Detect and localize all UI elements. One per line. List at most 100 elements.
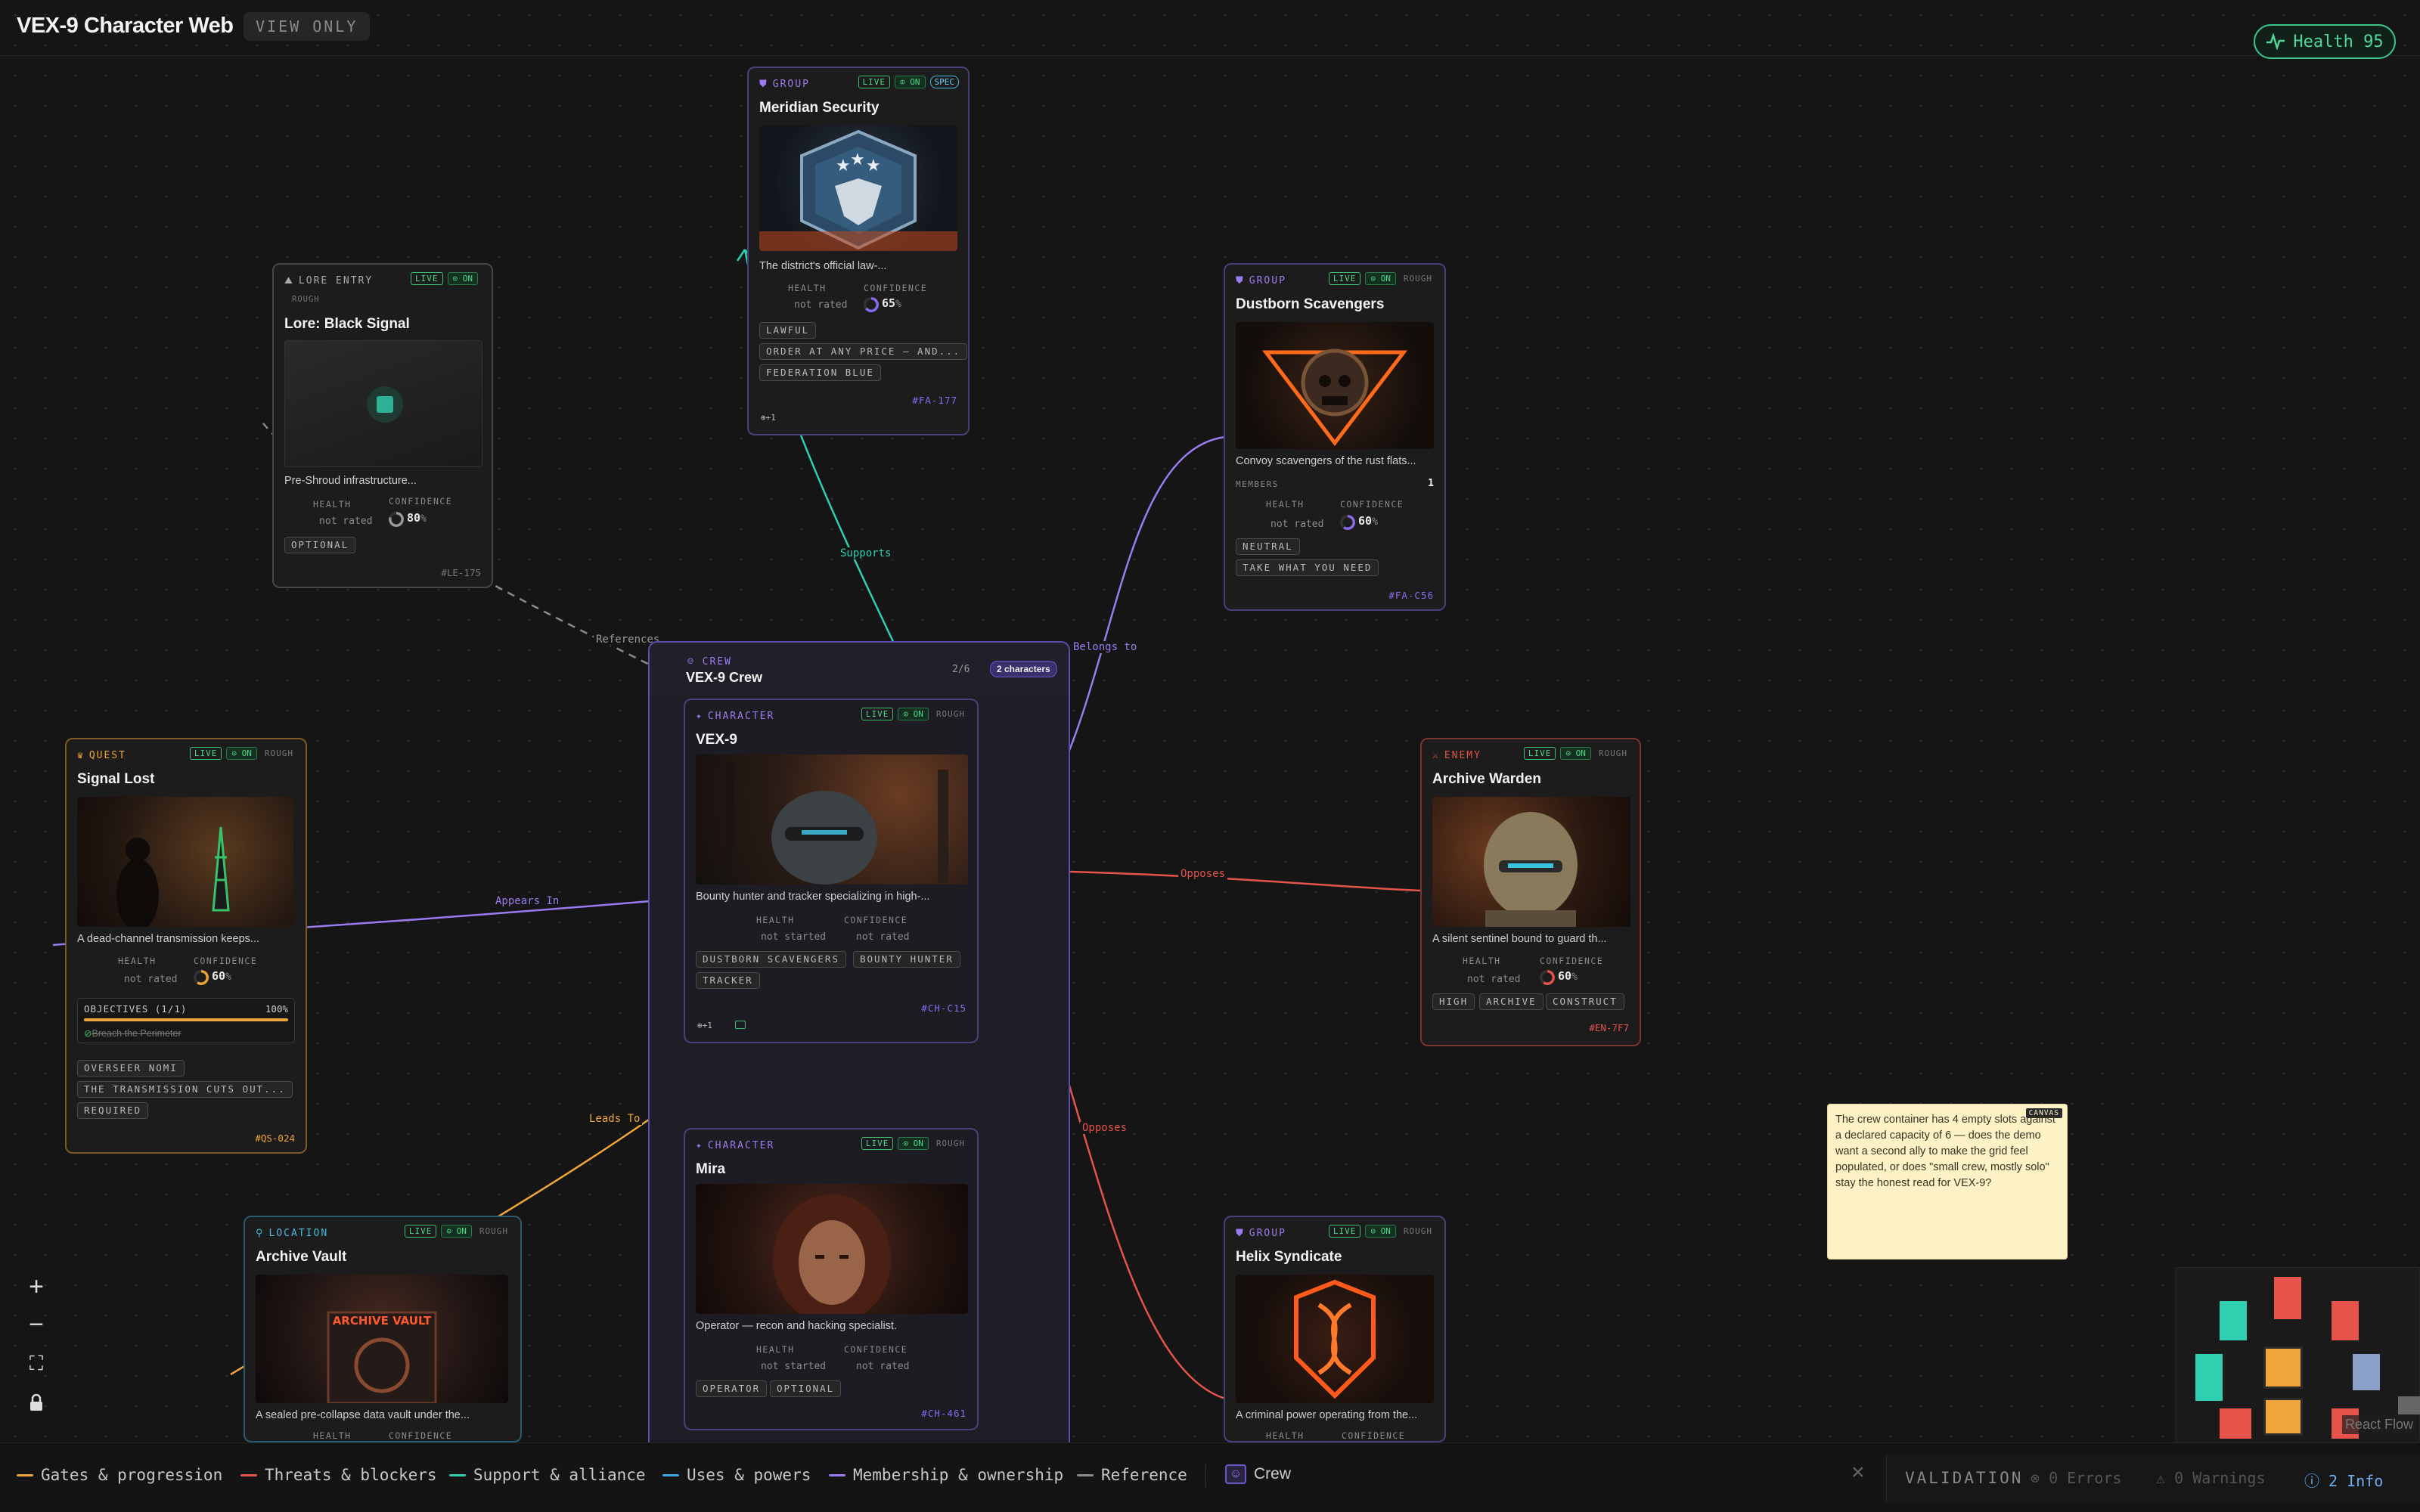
- on-toggle[interactable]: ⊙ ON: [447, 272, 478, 285]
- on-toggle[interactable]: ⊙ ON: [441, 1225, 472, 1238]
- crew-kind: ☺ CREW: [687, 656, 732, 668]
- validation-errors[interactable]: ⊗ 0 Errors: [2031, 1469, 2121, 1487]
- node-kind: ✦ CHARACTER: [696, 711, 775, 722]
- node-title: Signal Lost: [77, 771, 155, 787]
- on-toggle[interactable]: ⊙ ON: [898, 1137, 929, 1150]
- lore-placeholder-image: [284, 340, 482, 467]
- health-label: HEALTH: [313, 499, 352, 510]
- node-title: Lore: Black Signal: [284, 316, 410, 332]
- node-meridian-security[interactable]: ⛊ GROUP LIVE ⊙ ON SPEC Meridian Security ★ ★…: [747, 67, 970, 435]
- confidence-value: 65%: [864, 296, 901, 312]
- rough-badge: ROUGH: [1598, 748, 1627, 758]
- trophy-icon: ♛: [77, 750, 85, 761]
- rough-badge: ROUGH: [1403, 1226, 1432, 1236]
- tag: OVERSEER NOMI: [77, 1060, 185, 1077]
- live-badge: LIVE: [411, 272, 443, 285]
- lock-button[interactable]: [17, 1383, 56, 1423]
- node-kind: ⛊ GROUP: [759, 79, 810, 90]
- confidence-label: CONFIDENCE: [844, 1344, 908, 1355]
- node-lore-black-signal[interactable]: ⛰ LORE ENTRY LIVE ⊙ ON ROUGH Lore: Black S…: [272, 263, 493, 588]
- confidence-label: CONFIDENCE: [1540, 956, 1604, 966]
- confidence-label: CONFIDENCE: [194, 956, 258, 966]
- health-label: HEALTH: [756, 1344, 795, 1355]
- on-toggle[interactable]: ⊙ ON: [226, 747, 257, 760]
- warning-icon: ⚠: [2156, 1469, 2175, 1487]
- health-pill[interactable]: Health 95: [2254, 24, 2396, 59]
- crew-count: 2/6: [952, 664, 970, 675]
- node-description: Operator — recon and hacking specialist.: [696, 1320, 897, 1332]
- sword-icon: ⚔: [1432, 750, 1440, 761]
- react-flow-attribution[interactable]: React Flow: [2341, 1415, 2416, 1434]
- rough-badge: ROUGH: [479, 1226, 508, 1236]
- legend-gates: Gates & progression: [17, 1466, 222, 1484]
- node-id: #EN-7F7: [1589, 1022, 1629, 1033]
- status-badges: LIVE ⊙ ON: [411, 272, 478, 285]
- health-label: HEALTH: [756, 915, 795, 925]
- legend-swatch: [449, 1473, 466, 1476]
- node-id: #FA-177: [912, 395, 957, 406]
- tag: OPTIONAL: [770, 1380, 842, 1397]
- fit-view-button[interactable]: ⛶: [17, 1344, 56, 1383]
- health-value: not rated: [124, 974, 178, 985]
- on-toggle[interactable]: ⊙ ON: [1365, 1225, 1396, 1238]
- health-value: not started: [761, 1361, 827, 1372]
- objectives-label: OBJECTIVES (1/1): [84, 1003, 188, 1015]
- health-value: not rated: [319, 516, 373, 527]
- validation-warnings[interactable]: ⚠ 0 Warnings: [2156, 1469, 2266, 1487]
- on-toggle[interactable]: ⊙ ON: [898, 708, 929, 720]
- validation-info[interactable]: ⓘ 2 Info: [2304, 1469, 2383, 1491]
- node-mira[interactable]: ✦ CHARACTER LIVE ⊙ ON ROUGH Mira Operator —…: [684, 1128, 979, 1430]
- health-value: not rated: [1467, 974, 1521, 985]
- confidence-value: 80%: [389, 511, 427, 527]
- confidence-ring: [194, 969, 209, 985]
- shield-icon: ⛊: [1236, 1228, 1245, 1239]
- tag: NEUTRAL: [1236, 538, 1300, 555]
- node-archive-vault[interactable]: ⚲ LOCATION LIVE ⊙ ON ROUGH Archive Vault AR…: [244, 1216, 522, 1442]
- signal-lost-image: [77, 797, 293, 927]
- status-badges: LIVE ⊙ ON ROUGH: [1328, 1225, 1435, 1238]
- close-validation-button[interactable]: ×: [1851, 1460, 1865, 1486]
- crew-title: VEX-9 Crew: [686, 670, 763, 685]
- canvas-note[interactable]: CANVAS The crew container has 4 empty sl…: [1827, 1104, 2068, 1259]
- lock-icon: [30, 1394, 42, 1411]
- node-signal-lost[interactable]: ♛ QUEST LIVE ⊙ ON ROUGH Signal Lost A dead-…: [65, 738, 307, 1154]
- confidence-ring: [1340, 514, 1355, 530]
- crew-icon: ☺: [1225, 1464, 1246, 1484]
- health-value: not rated: [1270, 519, 1324, 530]
- health-label: HEALTH: [1266, 499, 1305, 510]
- node-helix-syndicate[interactable]: ⛊ GROUP LIVE ⊙ ON ROUGH Helix Syndicate A c…: [1224, 1216, 1446, 1442]
- node-dustborn-scavengers[interactable]: ⛊ GROUP LIVE ⊙ ON ROUGH Dustborn Scavengers…: [1224, 263, 1446, 611]
- confidence-label: CONFIDENCE: [1340, 499, 1404, 510]
- zoom-in-button[interactable]: +: [17, 1267, 56, 1306]
- edge-label-opposes-1: Opposes: [1178, 868, 1228, 880]
- tag: THE TRANSMISSION CUTS OUT...: [77, 1081, 293, 1098]
- node-id: #LE-175: [441, 567, 481, 578]
- zoom-out-button[interactable]: −: [17, 1305, 56, 1344]
- validation-panel: VALIDATION ⊗ 0 Errors ⚠ 0 Warnings ⓘ 2 I…: [1886, 1454, 2420, 1502]
- minimap-node: [2220, 1301, 2247, 1340]
- on-toggle[interactable]: ⊙ ON: [1560, 747, 1591, 760]
- node-archive-warden[interactable]: ⚔ ENEMY LIVE ⊙ ON ROUGH Archive Warden A si…: [1420, 738, 1641, 1046]
- node-kind: ⚔ ENEMY: [1432, 750, 1481, 761]
- link-count: ⊕+1: [697, 1021, 712, 1030]
- spec-badge: SPEC: [929, 76, 959, 88]
- tag: ORDER AT ANY PRICE — AND...: [759, 343, 968, 360]
- grid-icon[interactable]: [735, 1021, 746, 1029]
- on-toggle[interactable]: ⊙ ON: [1365, 272, 1396, 285]
- confidence-value: not rated: [856, 931, 910, 943]
- node-description: A criminal power operating from the...: [1236, 1409, 1418, 1421]
- tag: BOUNTY HUNTER: [853, 951, 960, 968]
- node-title: Archive Vault: [256, 1249, 347, 1265]
- status-badges: LIVE ⊙ ON ROUGH: [861, 1137, 968, 1150]
- minimap-node: [2220, 1408, 2251, 1439]
- on-toggle[interactable]: ⊙ ON: [895, 76, 926, 88]
- node-title: Mira: [696, 1161, 726, 1177]
- live-badge: LIVE: [1328, 272, 1361, 285]
- pulse-icon: [2266, 33, 2285, 50]
- live-badge: LIVE: [189, 747, 222, 760]
- minimap[interactable]: React Flow: [2175, 1267, 2420, 1442]
- confidence-label: CONFIDENCE: [844, 915, 908, 925]
- node-vex-9[interactable]: ✦ CHARACTER LIVE ⊙ ON ROUGH VEX-9 Bounty hu…: [684, 699, 979, 1043]
- node-title: VEX-9: [696, 732, 737, 748]
- confidence-ring: [1540, 969, 1555, 985]
